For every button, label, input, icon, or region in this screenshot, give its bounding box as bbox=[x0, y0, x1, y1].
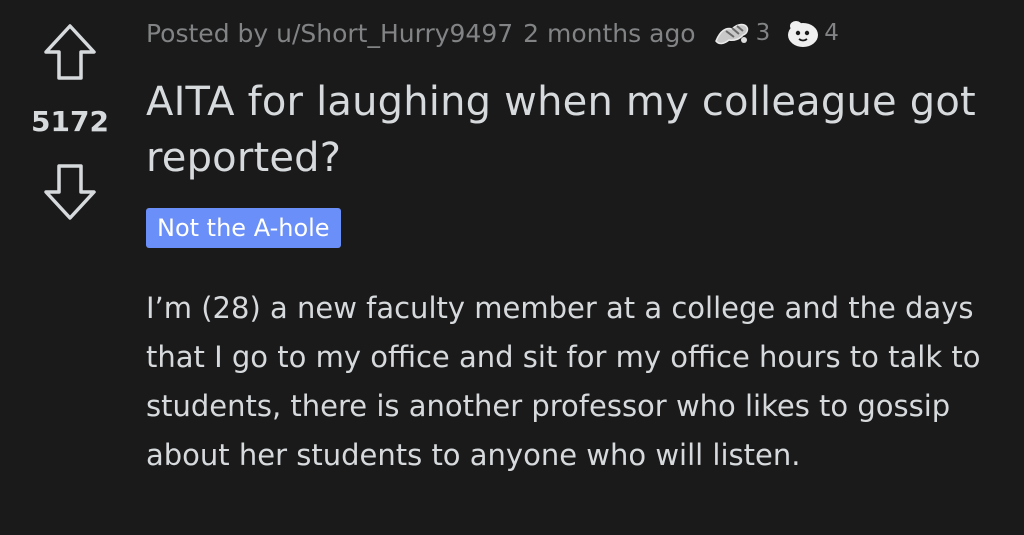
post-time[interactable]: 2 months ago bbox=[523, 19, 695, 48]
post-title[interactable]: AITA for laughing when my colleague got … bbox=[146, 74, 1006, 186]
arm-wrestle-award-icon bbox=[712, 17, 752, 49]
post-body: I’m (28) a new faculty member at a colle… bbox=[146, 291, 981, 472]
downvote-icon[interactable] bbox=[40, 162, 100, 222]
post-flair[interactable]: Not the A-hole bbox=[146, 208, 341, 248]
vote-score: 5172 bbox=[31, 105, 109, 138]
posted-by[interactable]: Posted by u/Short_Hurry9497 bbox=[146, 19, 513, 48]
vote-column: 5172 bbox=[18, 22, 122, 232]
award-arm-wrestle[interactable]: 3 bbox=[712, 17, 771, 49]
post-meta: Posted by u/Short_Hurry9497 2 months ago… bbox=[146, 14, 839, 52]
award-count: 4 bbox=[824, 20, 839, 46]
wholesome-seal-award-icon bbox=[786, 17, 820, 49]
upvote-icon[interactable] bbox=[40, 22, 100, 82]
award-wholesome-seal[interactable]: 4 bbox=[786, 17, 839, 49]
award-count: 3 bbox=[755, 20, 771, 46]
